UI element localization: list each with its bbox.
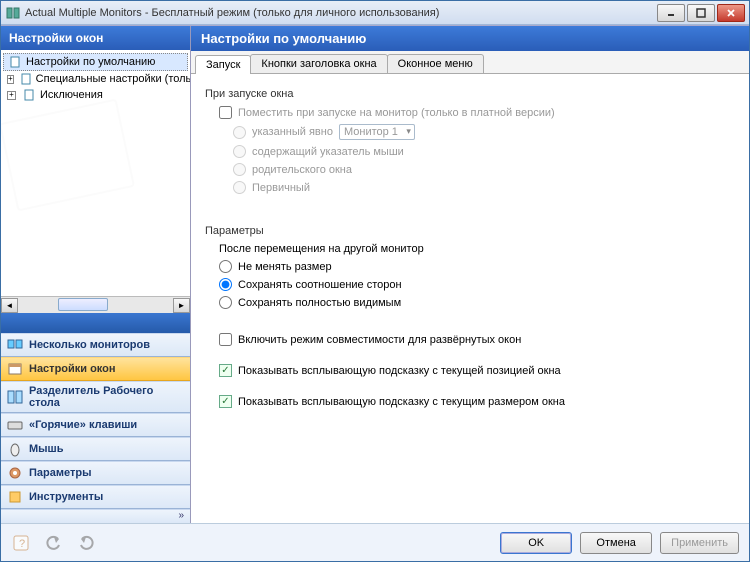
content-area: При запуске окна Поместить при запуске н… bbox=[191, 74, 749, 523]
chk-label: Показывать всплывающую подсказку с текущ… bbox=[238, 365, 561, 377]
rdo-label: Сохранять соотношение сторон bbox=[238, 279, 402, 291]
tab-launch[interactable]: Запуск bbox=[195, 55, 251, 74]
nav-label: Несколько мониторов bbox=[29, 339, 150, 351]
window-title: Actual Multiple Monitors - Бесплатный ре… bbox=[25, 7, 657, 19]
tabs: Запуск Кнопки заголовка окна Оконное мен… bbox=[191, 51, 749, 74]
close-button[interactable] bbox=[717, 4, 745, 22]
tree-item-label: Специальные настройки (только в плат bbox=[36, 73, 190, 85]
nav-label: «Горячие» клавиши bbox=[29, 419, 137, 431]
main-header: Настройки по умолчанию bbox=[191, 26, 749, 51]
group-params-title: Параметры bbox=[205, 225, 735, 237]
tree-expand-icon[interactable]: + bbox=[7, 91, 16, 100]
divider-icon bbox=[7, 389, 23, 405]
tab-label: Запуск bbox=[206, 59, 240, 71]
rdo-label: родительского окна bbox=[252, 164, 352, 176]
rdo-explicit bbox=[233, 126, 246, 139]
app-icon bbox=[5, 5, 21, 21]
rdo-label: содержащий указатель мыши bbox=[252, 146, 404, 158]
tree-item-label: Настройки по умолчанию bbox=[26, 56, 155, 68]
rdo-label: Первичный bbox=[252, 182, 310, 194]
after-move-label: После перемещения на другой монитор bbox=[219, 243, 735, 255]
monitors-icon bbox=[7, 337, 23, 353]
main-panel: Настройки по умолчанию Запуск Кнопки заг… bbox=[191, 26, 749, 523]
nav-mouse[interactable]: Мышь bbox=[1, 437, 190, 461]
nav-window-settings[interactable]: Настройки окон bbox=[1, 357, 190, 381]
help-icon[interactable]: ? bbox=[11, 532, 33, 554]
scroll-right-button[interactable]: ► bbox=[173, 298, 190, 313]
scroll-left-button[interactable]: ◄ bbox=[1, 298, 18, 313]
tab-window-menu[interactable]: Оконное меню bbox=[387, 54, 484, 73]
rdo-label: Сохранять полностью видимым bbox=[238, 297, 401, 309]
tab-label: Кнопки заголовка окна bbox=[261, 58, 376, 70]
watermark-logo bbox=[1, 99, 135, 212]
maximize-button[interactable] bbox=[687, 4, 715, 22]
tab-title-buttons[interactable]: Кнопки заголовка окна bbox=[250, 54, 387, 73]
chk-label: Показывать всплывающую подсказку с текущ… bbox=[238, 396, 565, 408]
tree-expand-icon[interactable]: + bbox=[7, 75, 14, 84]
scroll-thumb[interactable] bbox=[58, 298, 108, 311]
tab-label: Оконное меню bbox=[398, 58, 473, 70]
nav-list: Несколько мониторов Настройки окон Разде… bbox=[1, 333, 190, 509]
nav-desktop-divider[interactable]: Разделитель Рабочего стола bbox=[1, 381, 190, 413]
nav-strip bbox=[1, 313, 190, 333]
tree-item-label: Исключения bbox=[40, 89, 103, 101]
scroll-track[interactable] bbox=[18, 298, 173, 313]
nav-label: Настройки окон bbox=[29, 363, 116, 375]
horizontal-scrollbar[interactable]: ◄ ► bbox=[1, 296, 190, 313]
chk-place-on-monitor[interactable] bbox=[219, 106, 232, 119]
nav-parameters[interactable]: Параметры bbox=[1, 461, 190, 485]
tree-item-special[interactable]: + Специальные настройки (только в плат bbox=[3, 71, 188, 87]
chk-tooltip-position[interactable]: ✓ bbox=[219, 364, 232, 377]
tree-item-defaults[interactable]: Настройки по умолчанию bbox=[3, 53, 188, 71]
tree: Настройки по умолчанию + Специальные нас… bbox=[1, 50, 190, 296]
mouse-icon bbox=[7, 441, 23, 457]
tools-icon bbox=[7, 489, 23, 505]
rdo-pointer bbox=[233, 145, 246, 158]
gear-icon bbox=[7, 465, 23, 481]
chk-label: Поместить при запуске на монитор (только… bbox=[238, 107, 555, 119]
hotkeys-icon bbox=[7, 417, 23, 433]
monitor-select: Монитор 1 bbox=[339, 124, 415, 140]
nav-label: Мышь bbox=[29, 443, 64, 455]
chk-compat-mode[interactable] bbox=[219, 333, 232, 346]
nav-expand-button[interactable]: » bbox=[1, 509, 190, 523]
svg-text:?: ? bbox=[19, 538, 25, 550]
sidebar-header: Настройки окон bbox=[1, 26, 190, 50]
footer: ? OK Отмена Применить bbox=[1, 523, 749, 561]
minimize-button[interactable] bbox=[657, 4, 685, 22]
rdo-primary bbox=[233, 181, 246, 194]
window-settings-icon bbox=[7, 361, 23, 377]
doc-icon bbox=[8, 55, 22, 69]
cancel-button[interactable]: Отмена bbox=[580, 532, 652, 554]
nav-hotkeys[interactable]: «Горячие» клавиши bbox=[1, 413, 190, 437]
app-window: Actual Multiple Monitors - Бесплатный ре… bbox=[0, 0, 750, 562]
sidebar: Настройки окон Настройки по умолчанию + … bbox=[1, 26, 191, 523]
rdo-keep-visible[interactable] bbox=[219, 296, 232, 309]
rdo-parent bbox=[233, 163, 246, 176]
rdo-label: Не менять размер bbox=[238, 261, 332, 273]
nav-tools[interactable]: Инструменты bbox=[1, 485, 190, 509]
nav-label: Инструменты bbox=[29, 491, 103, 503]
doc-icon bbox=[20, 72, 32, 86]
doc-icon bbox=[22, 88, 36, 102]
rdo-label: указанный явно bbox=[252, 126, 333, 138]
chk-label: Включить режим совместимости для развёрн… bbox=[238, 334, 521, 346]
nav-label: Параметры bbox=[29, 467, 91, 479]
nav-multiple-monitors[interactable]: Несколько мониторов bbox=[1, 333, 190, 357]
ok-button[interactable]: OK bbox=[500, 532, 572, 554]
undo-icon[interactable] bbox=[43, 532, 65, 554]
redo-icon[interactable] bbox=[75, 532, 97, 554]
apply-button[interactable]: Применить bbox=[660, 532, 739, 554]
titlebar[interactable]: Actual Multiple Monitors - Бесплатный ре… bbox=[1, 1, 749, 25]
rdo-keep-ratio[interactable] bbox=[219, 278, 232, 291]
chk-tooltip-size[interactable]: ✓ bbox=[219, 395, 232, 408]
group-launch-title: При запуске окна bbox=[205, 88, 735, 100]
nav-label: Разделитель Рабочего стола bbox=[29, 385, 184, 409]
rdo-keep-size[interactable] bbox=[219, 260, 232, 273]
tree-item-exclusions[interactable]: + Исключения bbox=[3, 87, 188, 103]
